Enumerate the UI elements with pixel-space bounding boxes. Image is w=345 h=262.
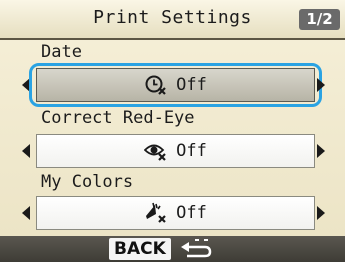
back-button[interactable]: BACK — [109, 238, 171, 260]
print-settings-screen: Print Settings 1/2 Date Off Correct Red-… — [0, 0, 345, 262]
my-colors-previous-arrow-icon[interactable] — [22, 206, 30, 220]
date-next-arrow-icon[interactable] — [317, 78, 325, 92]
my-colors-value-selector[interactable]: Off — [36, 196, 315, 230]
red-eye-next-arrow-icon[interactable] — [317, 144, 325, 158]
date-off-icon — [145, 75, 166, 95]
my-colors-next-arrow-icon[interactable] — [317, 206, 325, 220]
setting-label-red-eye: Correct Red-Eye — [41, 108, 195, 128]
red-eye-value: Off — [176, 141, 207, 161]
date-value-selector[interactable]: Off — [36, 68, 315, 102]
my-colors-off-icon — [146, 202, 166, 223]
title-bar: Print Settings 1/2 — [0, 0, 345, 40]
red-eye-previous-arrow-icon[interactable] — [22, 144, 30, 158]
setting-label-my-colors: My Colors — [41, 172, 134, 192]
return-arrow-icon — [181, 239, 212, 258]
page-indicator: 1/2 — [299, 9, 340, 30]
date-value: Off — [176, 75, 207, 95]
footer-bar: BACK — [0, 236, 345, 262]
setting-label-date: Date — [41, 42, 82, 62]
page-title: Print Settings — [93, 7, 252, 28]
my-colors-value: Off — [176, 203, 207, 223]
red-eye-off-icon — [144, 144, 166, 161]
red-eye-value-selector[interactable]: Off — [36, 134, 315, 168]
